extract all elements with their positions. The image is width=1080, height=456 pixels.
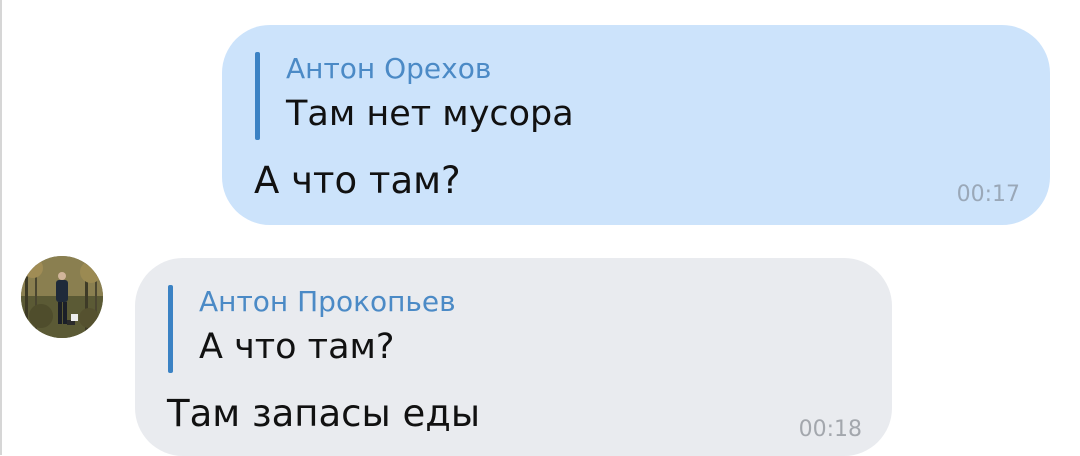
quote-text: Там нет мусора [286, 94, 574, 134]
message-time: 00:18 [798, 417, 862, 442]
reply-quote[interactable]: Антон Прокопьев А что там? [168, 285, 456, 373]
quote-bar [168, 285, 173, 373]
quote-text: А что там? [199, 327, 395, 367]
message-text: Там запасы еды [167, 392, 481, 435]
user-photo-avatar[interactable] [21, 256, 103, 338]
quote-author: Антон Прокопьев [199, 285, 456, 318]
avatar-photo [21, 256, 103, 338]
outgoing-message-bubble[interactable]: Антон Орехов Там нет мусора А что там? 0… [222, 25, 1050, 225]
reply-quote[interactable]: Антон Орехов Там нет мусора [255, 52, 574, 140]
quote-bar [255, 52, 260, 140]
quote-author: Антон Орехов [286, 52, 492, 85]
message-time: 00:17 [956, 182, 1020, 207]
window-edge [0, 0, 2, 455]
incoming-message-bubble[interactable]: Антон Прокопьев А что там? Там запасы ед… [135, 258, 892, 456]
message-text: А что там? [254, 159, 461, 202]
